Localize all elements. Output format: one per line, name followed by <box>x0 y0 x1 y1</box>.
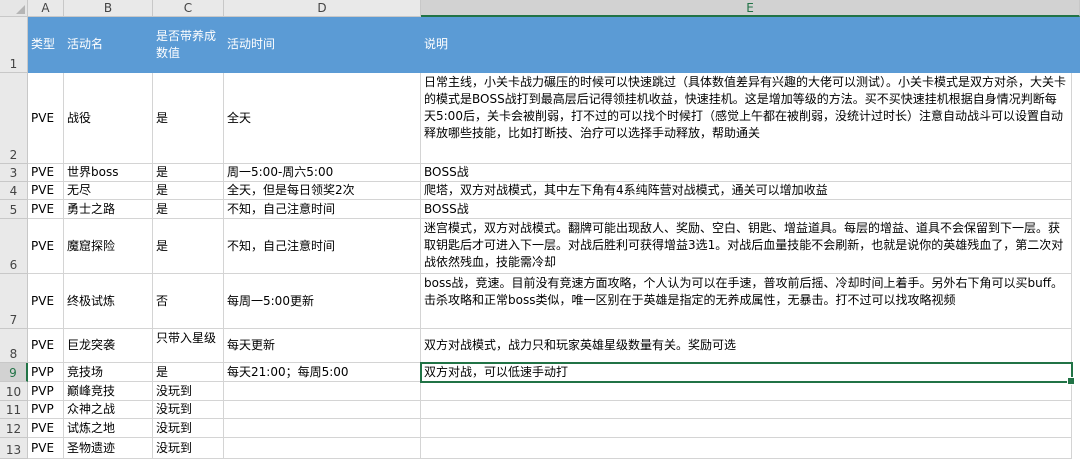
spreadsheet: { "columns": ["A","B","C","D","E"], "row… <box>0 0 1080 459</box>
cell-b12[interactable]: 试炼之地 <box>64 419 153 438</box>
cell-d5[interactable]: 不知，自己注意时间 <box>224 200 421 219</box>
cell-b7[interactable]: 终极试炼 <box>64 274 153 329</box>
cell-b4[interactable]: 无尽 <box>64 182 153 200</box>
cell-d4[interactable]: 全天，但是每日领奖2次 <box>224 182 421 200</box>
row-header-11[interactable]: 11 <box>0 401 28 419</box>
cell-e5[interactable]: BOSS战 <box>421 200 1072 219</box>
row-header-2[interactable]: 2 <box>0 73 28 164</box>
row-header-9[interactable]: 9 <box>0 363 28 382</box>
cell-a12[interactable]: PVE <box>28 419 64 438</box>
cell-c6[interactable]: 是 <box>153 219 224 274</box>
row-header-3[interactable]: 3 <box>0 164 28 182</box>
cell-d6[interactable]: 不知，自己注意时间 <box>224 219 421 274</box>
row-header-5[interactable]: 5 <box>0 200 28 219</box>
cell-e11[interactable] <box>421 401 1072 419</box>
header-overflow-fill <box>1072 17 1080 73</box>
row-header-6[interactable]: 6 <box>0 219 28 274</box>
cell-d10[interactable] <box>224 382 421 401</box>
cell-c2[interactable]: 是 <box>153 73 224 164</box>
cell-b11[interactable]: 众神之战 <box>64 401 153 419</box>
cell-c4[interactable]: 是 <box>153 182 224 200</box>
column-header-d[interactable]: D <box>224 0 421 17</box>
cell-a7[interactable]: PVE <box>28 274 64 329</box>
cell-a8[interactable]: PVE <box>28 329 64 363</box>
cell-d13[interactable] <box>224 438 421 459</box>
cell-c9[interactable]: 是 <box>153 363 224 382</box>
cell-e6[interactable]: 迷宫模式，双方对战模式。翻牌可能出现敌人、奖励、空白、钥匙、增益道具。每层的增益… <box>421 219 1072 274</box>
cell-c13[interactable]: 没玩到 <box>153 438 224 459</box>
cell-b9[interactable]: 竞技场 <box>64 363 153 382</box>
cell-b10[interactable]: 巅峰竞技 <box>64 382 153 401</box>
cell-c11[interactable]: 没玩到 <box>153 401 224 419</box>
cell-e13[interactable] <box>421 438 1072 459</box>
cell-b5[interactable]: 勇士之路 <box>64 200 153 219</box>
select-all-triangle-icon <box>16 5 25 14</box>
header-time-cell[interactable]: 活动时间 <box>224 17 421 73</box>
cell-d3[interactable]: 周一5:00-周六5:00 <box>224 164 421 182</box>
row-header-10[interactable]: 10 <box>0 382 28 401</box>
select-all-corner[interactable] <box>0 0 28 17</box>
row-header-12[interactable]: 12 <box>0 419 28 438</box>
cell-e4[interactable]: 爬塔，双方对战模式，其中左下角有4系纯阵营对战模式，通关可以增加收益 <box>421 182 1072 200</box>
cell-e12[interactable] <box>421 419 1072 438</box>
cell-e8[interactable]: 双方对战模式，战力只和玩家英雄星级数量有关。奖励可选 <box>421 329 1072 363</box>
column-header-e[interactable]: E <box>421 0 1080 17</box>
cell-a11[interactable]: PVP <box>28 401 64 419</box>
row-header-8[interactable]: 8 <box>0 329 28 363</box>
header-name-cell[interactable]: 活动名 <box>64 17 153 73</box>
cell-d8[interactable]: 每天更新 <box>224 329 421 363</box>
row-header-4[interactable]: 4 <box>0 182 28 200</box>
cell-e9[interactable]: 双方对战，可以低速手动打 <box>421 363 1072 382</box>
header-type-cell[interactable]: 类型 <box>28 17 64 73</box>
column-header-c[interactable]: C <box>153 0 224 17</box>
cell-d2[interactable]: 全天 <box>224 73 421 164</box>
column-header-a[interactable]: A <box>28 0 64 17</box>
cell-a4[interactable]: PVE <box>28 182 64 200</box>
cell-a3[interactable]: PVE <box>28 164 64 182</box>
cell-a9[interactable]: PVP <box>28 363 64 382</box>
cell-e7[interactable]: boss战，竞速。目前没有竞速方面攻略，个人认为可以在手速，普攻前后摇、冷却时间… <box>421 274 1072 329</box>
cell-a5[interactable]: PVE <box>28 200 64 219</box>
cell-d7[interactable]: 每周一5:00更新 <box>224 274 421 329</box>
cell-c7[interactable]: 否 <box>153 274 224 329</box>
cell-a6[interactable]: PVE <box>28 219 64 274</box>
cell-b3[interactable]: 世界boss <box>64 164 153 182</box>
cell-b13[interactable]: 圣物遗迹 <box>64 438 153 459</box>
cell-a13[interactable]: PVE <box>28 438 64 459</box>
row-header-7[interactable]: 7 <box>0 274 28 329</box>
cell-a2[interactable]: PVE <box>28 73 64 164</box>
column-header-b[interactable]: B <box>64 0 153 17</box>
cell-c3[interactable]: 是 <box>153 164 224 182</box>
row-header-1[interactable]: 1 <box>0 17 28 73</box>
cell-c10[interactable]: 没玩到 <box>153 382 224 401</box>
cell-b2[interactable]: 战役 <box>64 73 153 164</box>
row-header-13[interactable]: 13 <box>0 438 28 459</box>
cell-c12[interactable]: 没玩到 <box>153 419 224 438</box>
cell-e10[interactable] <box>421 382 1072 401</box>
cell-c5[interactable]: 是 <box>153 200 224 219</box>
cell-b6[interactable]: 魔窟探险 <box>64 219 153 274</box>
cell-e2[interactable]: 日常主线，小关卡战力碾压的时候可以快速跳过（具体数值差异有兴趣的大佬可以测试）。… <box>421 73 1072 164</box>
cell-a10[interactable]: PVP <box>28 382 64 401</box>
header-growth-cell[interactable]: 是否带养成数值 <box>153 17 224 73</box>
cell-e3[interactable]: BOSS战 <box>421 164 1072 182</box>
cell-b8[interactable]: 巨龙突袭 <box>64 329 153 363</box>
cell-d11[interactable] <box>224 401 421 419</box>
header-desc-cell[interactable]: 说明 <box>421 17 1072 73</box>
cell-d12[interactable] <box>224 419 421 438</box>
cell-c8[interactable]: 只带入星级 <box>153 329 224 363</box>
cell-d9[interactable]: 每天21:00；每周5:00 <box>224 363 421 382</box>
